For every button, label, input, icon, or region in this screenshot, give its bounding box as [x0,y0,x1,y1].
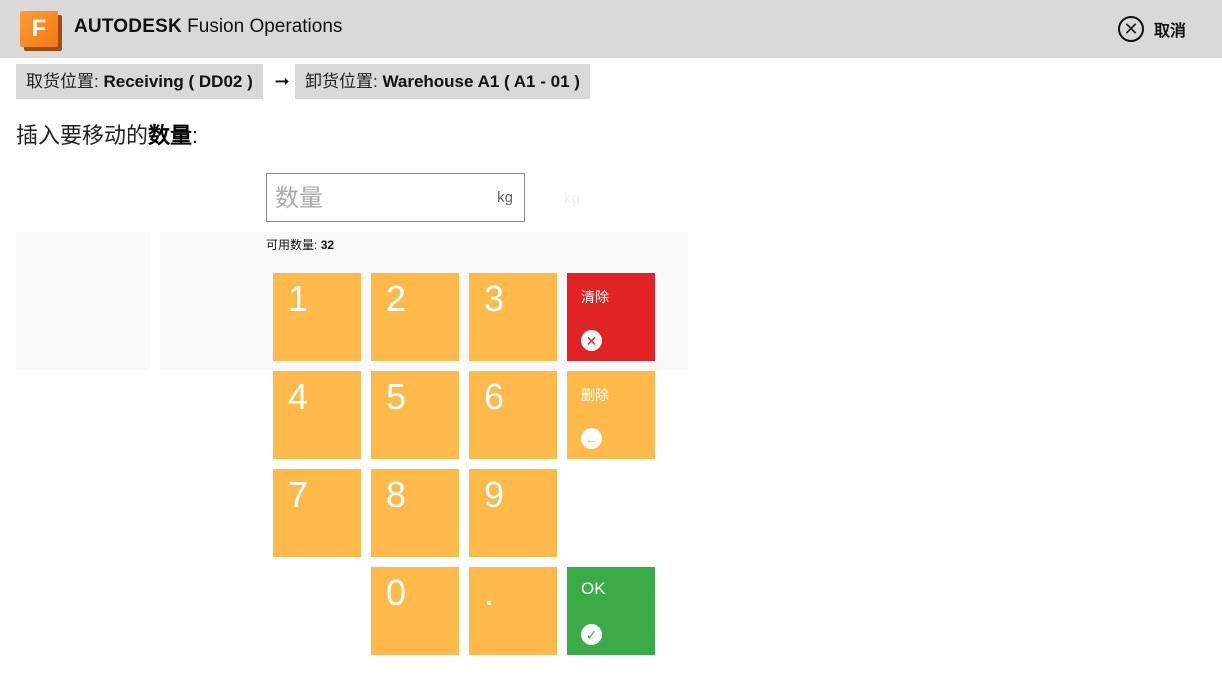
check-circle-icon: ✓ [581,624,602,645]
key-label: 4 [288,376,309,417]
brand-rest: Fusion Operations [181,16,343,37]
key-label: 3 [484,278,505,319]
key-decimal[interactable]: . [469,567,557,655]
x-circle-icon: ✕ [581,330,602,351]
clear-button[interactable]: 清除 ✕ [567,273,655,361]
from-location: 取货位置: Receiving ( DD02 ) [16,64,263,99]
key-1[interactable]: 1 [273,273,361,361]
arrow-right-icon: ➞ [274,71,290,91]
quantity-prompt: 插入要移动的数量: [16,118,198,150]
delete-button[interactable]: 删除 ← [567,371,655,459]
key-label: 5 [386,376,407,417]
app-title: AUTODESK Fusion Operations [74,16,342,38]
app-header: F AUTODESK Fusion Operations ✕ 取消 [0,0,1222,58]
quantity-field[interactable]: kg [266,173,525,222]
key-7[interactable]: 7 [273,469,361,557]
key-label: 1 [288,278,309,319]
cancel-button[interactable]: ✕ 取消 [1118,13,1186,45]
prompt-bold: 数量 [148,123,193,148]
key-label: 6 [484,376,505,417]
available-value: 32 [320,238,335,252]
unit-label: kg [497,189,513,206]
available-quantity: 可用数量: 32 [266,236,334,253]
key-label: . [484,572,495,613]
to-location: 卸货位置: Warehouse A1 ( A1 - 01 ) [295,64,590,99]
to-location-value: Warehouse A1 ( A1 - 01 ) [382,72,580,91]
key-label: 9 [484,474,505,515]
available-label: 可用数量: [266,238,318,252]
ok-label: OK [581,579,606,598]
clear-label: 清除 [581,289,609,305]
from-location-label: 取货位置: [26,72,99,91]
key-label: 2 [386,278,407,319]
key-5[interactable]: 5 [371,371,459,459]
key-6[interactable]: 6 [469,371,557,459]
cancel-label: 取消 [1154,23,1187,40]
logo-letter: F [20,11,58,47]
close-circle-icon: ✕ [1118,16,1144,42]
key-0[interactable]: 0 [371,567,459,655]
delete-label: 删除 [581,387,609,403]
to-location-label: 卸货位置: [305,72,378,91]
key-label: 8 [386,474,407,515]
ghost-unit-text: kg [564,190,580,207]
prompt-suffix: : [192,123,199,148]
quantity-input[interactable] [273,182,477,216]
key-2[interactable]: 2 [371,273,459,361]
from-location-value: Receiving ( DD02 ) [103,72,253,91]
key-8[interactable]: 8 [371,469,459,557]
key-9[interactable]: 9 [469,469,557,557]
ok-button[interactable]: OK ✓ [567,567,655,655]
prompt-text: 插入要移动的 [16,123,149,148]
arrow-left-circle-icon: ← [581,428,602,449]
ghost-panel [16,232,150,370]
brand-bold: AUTODESK [74,16,182,37]
key-label: 7 [288,474,309,515]
key-3[interactable]: 3 [469,273,557,361]
app-logo: F [20,11,62,51]
key-4[interactable]: 4 [273,371,361,459]
key-label: 0 [386,572,407,613]
